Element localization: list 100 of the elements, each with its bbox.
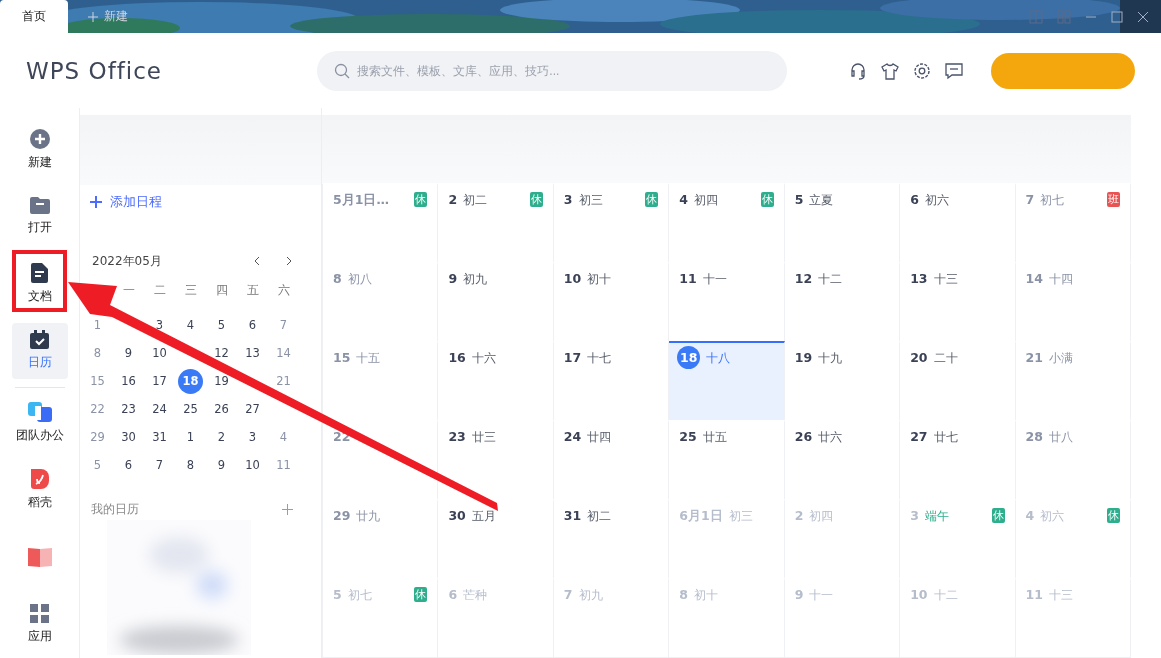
day-number: 18: [677, 346, 701, 369]
date[interactable]: 4: [186, 318, 195, 332]
month-label: 2022年05月: [92, 252, 163, 270]
date[interactable]: 25: [183, 402, 198, 416]
day-cell[interactable]: 10 初十: [553, 262, 670, 342]
day-cell[interactable]: 18 十八: [669, 341, 785, 421]
date[interactable]: 1: [186, 430, 195, 444]
date[interactable]: 2: [217, 430, 226, 444]
day-number: 12: [794, 271, 813, 286]
date[interactable]: 3: [248, 430, 257, 444]
lunar-date: 立夏: [809, 192, 834, 209]
lunar-date: 端午: [924, 508, 949, 525]
lunar-date: 廿八: [1048, 429, 1073, 446]
day-cell[interactable]: 24 廿四: [553, 420, 670, 500]
date[interactable]: 23: [121, 402, 136, 416]
calendar-icon: [30, 330, 49, 350]
date[interactable]: 6: [248, 318, 257, 332]
day-cell[interactable]: 3 初三 休: [553, 183, 670, 263]
nav-item[interactable]: 稻壳: [11, 462, 68, 518]
day-cell[interactable]: 5 立夏: [784, 183, 901, 263]
lunar-date: 初二: [587, 508, 612, 525]
nav-item[interactable]: 新建: [11, 122, 68, 178]
leaf-icon: [30, 469, 49, 490]
date[interactable]: 13: [245, 346, 260, 360]
holiday-tag: 休: [414, 192, 428, 207]
day-cell[interactable]: 11 十一: [669, 262, 785, 342]
day-cell[interactable]: 6 初六: [900, 183, 1016, 263]
folder-icon: [29, 197, 50, 215]
date[interactable]: 26: [214, 402, 229, 416]
day-number: 14: [1025, 271, 1043, 286]
day-cell[interactable]: 16 十六: [438, 341, 554, 421]
day-cell[interactable]: 17 十七: [553, 341, 670, 421]
nav-item[interactable]: 应用: [11, 596, 68, 652]
nav-item[interactable]: 打开: [11, 189, 68, 245]
date[interactable]: 10: [245, 458, 260, 472]
nav-item[interactable]: 团队办公: [11, 395, 68, 451]
date[interactable]: 3: [155, 318, 164, 332]
settings-icon[interactable]: [913, 61, 932, 80]
date[interactable]: 6: [124, 458, 133, 472]
date[interactable]: 9: [217, 458, 226, 472]
day-cell[interactable]: 23 廿三: [438, 420, 554, 500]
lunar-date: 十三: [933, 271, 958, 288]
day-cell[interactable]: 13 十三: [900, 262, 1016, 342]
day-cell[interactable]: 31 初二: [553, 499, 670, 579]
day-cell[interactable]: 30 五月: [438, 499, 554, 579]
day-cell[interactable]: 9 初九: [438, 262, 554, 342]
weekday-label: 四: [214, 281, 229, 299]
lunar-date: 十三: [1048, 587, 1073, 604]
lunar-date: 廿七: [933, 429, 958, 446]
date[interactable]: 17: [152, 374, 167, 388]
tab[interactable]: 首页: [0, 0, 68, 33]
day-number: 25: [679, 429, 697, 444]
date[interactable]: 18: [178, 368, 203, 394]
nav-item[interactable]: 日历: [11, 323, 68, 379]
date[interactable]: 16: [121, 374, 136, 388]
headset-icon[interactable]: [849, 61, 868, 80]
day-number: 31: [563, 508, 582, 523]
day-cell[interactable]: 26 廿六: [784, 420, 901, 500]
holiday-tag: 休: [991, 508, 1005, 523]
day-number: 24: [563, 429, 582, 444]
lunar-date: 初四: [809, 508, 834, 525]
date[interactable]: 27: [245, 402, 260, 416]
document-icon: [31, 262, 48, 283]
date[interactable]: 19: [214, 374, 229, 388]
message-icon[interactable]: [945, 61, 964, 80]
holiday-tag: 休: [529, 192, 543, 207]
add-event-button[interactable]: 添加日程: [80, 186, 172, 218]
date[interactable]: 31: [152, 430, 167, 444]
day-number: 9: [794, 587, 804, 602]
plus-icon: [29, 128, 50, 149]
date[interactable]: 5: [217, 318, 226, 332]
day-number: 2: [448, 192, 458, 207]
weekday-label: 一: [121, 281, 136, 299]
search-field[interactable]: 搜索文件、模板、文库、应用、技巧...: [317, 50, 788, 91]
day-cell[interactable]: 27 廿七: [900, 420, 1016, 500]
day-cell[interactable]: 20 二十: [900, 341, 1016, 421]
day-number: 28: [1025, 429, 1043, 444]
date[interactable]: 8: [186, 458, 195, 472]
day-cell[interactable]: 2 初二 休: [438, 183, 554, 263]
maximize-icon[interactable]: [1111, 10, 1123, 23]
day-cell[interactable]: 19 十九: [784, 341, 901, 421]
plus-icon[interactable]: [282, 504, 293, 515]
lunar-date: 初三: [578, 192, 603, 209]
date[interactable]: 30: [121, 430, 136, 444]
day-cell[interactable]: 4 初四 休: [669, 183, 785, 263]
close-icon[interactable]: [1137, 10, 1149, 23]
day-number: 11: [679, 271, 697, 286]
holiday-tag: 休: [760, 192, 774, 207]
shirt-icon[interactable]: [881, 61, 900, 80]
date[interactable]: 10: [152, 346, 167, 360]
date[interactable]: 7: [155, 458, 164, 472]
date[interactable]: 12: [214, 346, 229, 360]
day-cell[interactable]: 12 十二: [784, 262, 901, 342]
day-cell[interactable]: 7 初七 班: [1015, 183, 1131, 263]
nav-item[interactable]: 文档: [11, 256, 68, 312]
date[interactable]: 24: [152, 402, 167, 416]
day-number: 4: [679, 192, 688, 207]
date[interactable]: 9: [124, 346, 133, 360]
day-number: 29: [333, 508, 351, 523]
day-cell[interactable]: 25 廿五: [669, 420, 785, 500]
